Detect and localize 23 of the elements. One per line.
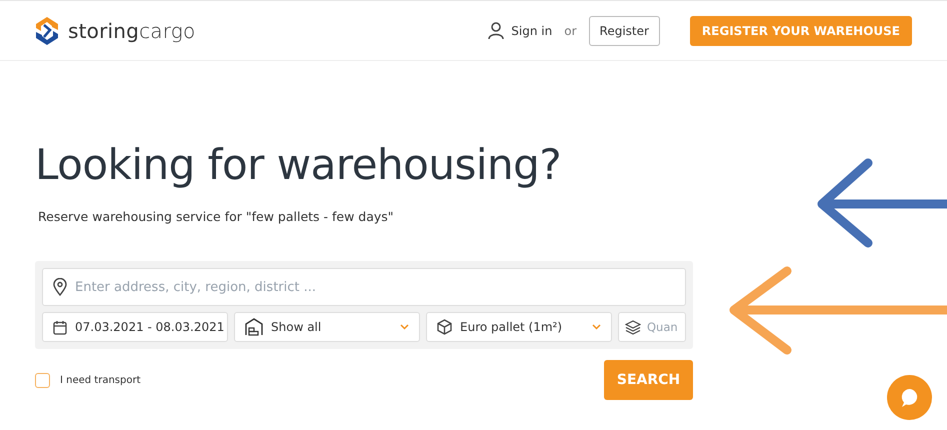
hero-title: Looking for warehousing? <box>35 139 562 191</box>
transport-checkbox[interactable] <box>35 372 50 388</box>
warehouse-icon <box>245 318 263 336</box>
register-button[interactable]: Register <box>588 16 660 46</box>
or-text: or <box>564 24 577 38</box>
date-range-field[interactable]: 07.03.2021 - 08.03.2021 <box>42 312 228 342</box>
unit-dropdown[interactable]: Euro pallet (1m²) <box>426 312 612 342</box>
calendar-icon <box>53 320 67 334</box>
box-icon <box>437 319 452 335</box>
sign-in-link[interactable]: Sign in <box>511 24 552 38</box>
location-pin-icon <box>53 278 67 296</box>
transport-label: I need transport <box>60 374 141 386</box>
chat-button[interactable] <box>887 375 932 420</box>
logo-text[interactable]: storingcargo <box>68 18 196 42</box>
placeholder-text: Enter address, city, region, district ... <box>75 280 316 294</box>
logo-icon <box>35 16 59 46</box>
chevron-icon <box>400 324 409 330</box>
placeholder-text: Quan <box>647 320 678 334</box>
user-icon[interactable] <box>488 22 504 40</box>
hero-subtitle: Reserve warehousing service for "few pallets - few days" <box>38 209 395 224</box>
warehouse-type-dropdown[interactable]: Show all <box>234 312 420 342</box>
layers-icon <box>625 320 641 334</box>
chevron-icon <box>592 324 601 330</box>
